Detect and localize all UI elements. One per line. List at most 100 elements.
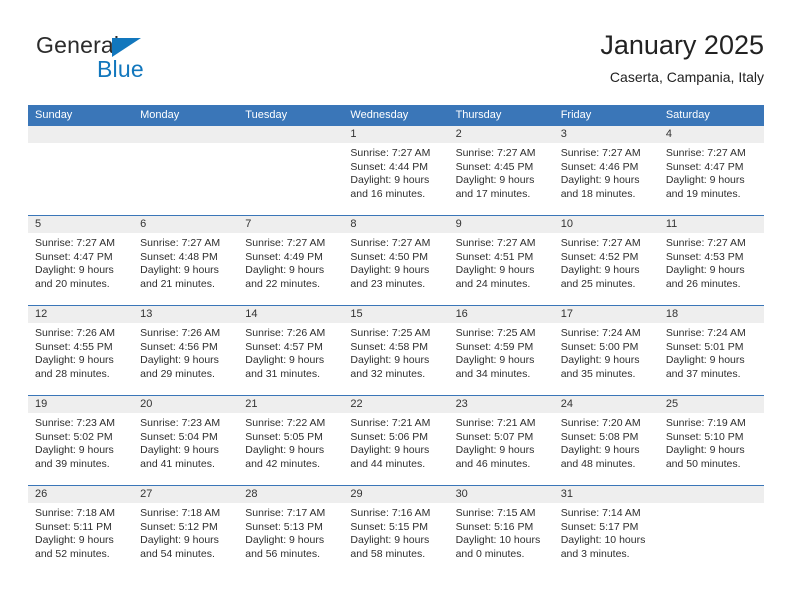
day-number-band: 18 (658, 306, 764, 323)
day-cell[interactable]: 18 Sunrise: 7:24 AM Sunset: 5:01 PM Dayligh… (658, 306, 764, 395)
day-cell[interactable]: 27 Sunrise: 7:18 AM Sunset: 5:12 PM Dayligh… (133, 486, 239, 575)
day-details: Sunrise: 7:23 AM Sunset: 5:02 PM Daylight:… (28, 413, 133, 471)
triangle-flag-icon (112, 38, 141, 57)
day-cell[interactable]: 6 Sunrise: 7:27 AM Sunset: 4:48 PM Daylight… (133, 216, 239, 305)
day-cell[interactable]: 22 Sunrise: 7:21 AM Sunset: 5:06 PM Dayligh… (343, 396, 449, 485)
day-detail-line: Sunset: 4:57 PM (245, 340, 323, 353)
day-cell[interactable]: 16 Sunrise: 7:25 AM Sunset: 4:59 PM Dayligh… (448, 306, 554, 395)
day-detail-line: Daylight: 9 hours (35, 264, 114, 277)
day-details: Sunrise: 7:27 AM Sunset: 4:44 PM Daylight:… (343, 143, 448, 201)
day-number: 20 (140, 398, 153, 410)
day-number: 28 (245, 488, 258, 500)
day-number: 5 (35, 218, 42, 230)
day-number: 4 (665, 128, 672, 140)
day-detail-line: and 26 minutes. (665, 277, 741, 290)
day-number-band: 5 (28, 216, 134, 233)
day-detail-line: Sunset: 5:01 PM (665, 340, 744, 353)
day-number-band: 8 (343, 216, 449, 233)
day-cell[interactable]: 1 Sunrise: 7:27 AM Sunset: 4:44 PM Daylight… (343, 126, 449, 215)
day-detail-line: Sunset: 5:04 PM (140, 430, 218, 443)
calendar-week-row: 26 Sunrise: 7:18 AM Sunset: 5:11 PM Dayligh… (28, 485, 764, 575)
day-details: Sunrise: 7:27 AM Sunset: 4:50 PM Daylight:… (343, 233, 448, 291)
day-cell[interactable]: 13 Sunrise: 7:26 AM Sunset: 4:56 PM Dayligh… (133, 306, 239, 395)
day-number-band: 1 (343, 126, 449, 143)
day-cell[interactable]: 17 Sunrise: 7:24 AM Sunset: 5:00 PM Dayligh… (553, 306, 659, 395)
day-detail-line: and 32 minutes. (350, 367, 426, 380)
day-detail-line: and 48 minutes. (560, 457, 636, 470)
day-detail-line: Sunset: 5:00 PM (560, 340, 639, 353)
day-detail-line: Daylight: 9 hours (35, 534, 114, 547)
day-detail-line: and 35 minutes. (560, 367, 636, 380)
day-detail-line: Sunrise: 7:23 AM (140, 417, 221, 429)
day-number: 11 (665, 218, 678, 230)
day-cell[interactable]: 29 Sunrise: 7:16 AM Sunset: 5:15 PM Dayligh… (343, 486, 449, 575)
day-cell[interactable]: 24 Sunrise: 7:20 AM Sunset: 5:08 PM Dayligh… (553, 396, 659, 485)
week-inner: 26 Sunrise: 7:18 AM Sunset: 5:11 PM Dayligh… (28, 486, 764, 575)
day-cell[interactable]: 21 Sunrise: 7:22 AM Sunset: 5:05 PM Dayligh… (238, 396, 344, 485)
day-cell[interactable]: 28 Sunrise: 7:17 AM Sunset: 5:13 PM Dayligh… (238, 486, 344, 575)
day-detail-line: Sunrise: 7:27 AM (140, 237, 221, 249)
brand-name-general: General (36, 32, 120, 58)
day-details: Sunrise: 7:27 AM Sunset: 4:47 PM Daylight:… (659, 143, 764, 201)
day-cell[interactable]: 19 Sunrise: 7:23 AM Sunset: 5:02 PM Dayligh… (28, 396, 134, 485)
day-cell[interactable]: 8 Sunrise: 7:27 AM Sunset: 4:50 PM Daylight… (343, 216, 449, 305)
day-detail-line: Sunrise: 7:15 AM (455, 507, 536, 519)
day-detail-line: and 28 minutes. (35, 367, 110, 380)
day-cell[interactable]: 3 Sunrise: 7:27 AM Sunset: 4:46 PM Daylight… (553, 126, 659, 215)
day-cell[interactable]: 5 Sunrise: 7:27 AM Sunset: 4:47 PM Daylight… (28, 216, 134, 305)
day-detail-line: Sunrise: 7:20 AM (560, 417, 641, 429)
day-number: 1 (350, 128, 357, 140)
day-cell[interactable]: 7 Sunrise: 7:27 AM Sunset: 4:49 PM Daylight… (238, 216, 344, 305)
day-detail-line: Sunrise: 7:17 AM (245, 507, 326, 519)
day-cell[interactable]: 12 Sunrise: 7:26 AM Sunset: 4:55 PM Dayligh… (28, 306, 134, 395)
weekday-header-wednesday: Wednesday (350, 109, 409, 121)
day-detail-line: Daylight: 9 hours (350, 354, 430, 367)
day-detail-line: Sunset: 4:53 PM (665, 250, 744, 263)
day-detail-line: Daylight: 9 hours (455, 174, 535, 187)
day-detail-line: and 0 minutes. (455, 547, 525, 560)
day-detail-line: Daylight: 9 hours (455, 264, 535, 277)
weekday-header-row: Sunday Monday Tuesday Wednesday Thursday Frid… (28, 105, 764, 126)
day-number: 13 (140, 308, 153, 320)
day-detail-line: and 20 minutes. (35, 277, 110, 290)
day-detail-line: and 3 minutes. (560, 547, 630, 560)
day-cell[interactable]: 25 Sunrise: 7:19 AM Sunset: 5:10 PM Dayligh… (658, 396, 764, 485)
day-detail-line: Sunset: 4:45 PM (455, 160, 534, 173)
day-number-band (133, 126, 239, 143)
day-number-band: 27 (133, 486, 239, 503)
day-detail-line: Daylight: 9 hours (35, 354, 114, 367)
day-detail-line: Daylight: 9 hours (245, 444, 325, 457)
day-number: 21 (245, 398, 258, 410)
day-number: 10 (560, 218, 573, 230)
day-detail-line: Sunset: 5:10 PM (665, 430, 744, 443)
day-cell[interactable]: 30 Sunrise: 7:15 AM Sunset: 5:16 PM Dayligh… (448, 486, 554, 575)
day-cell[interactable]: 26 Sunrise: 7:18 AM Sunset: 5:11 PM Dayligh… (28, 486, 134, 575)
day-number: 27 (140, 488, 153, 500)
weekday-header-friday: Friday (560, 109, 592, 121)
day-cell[interactable]: 10 Sunrise: 7:27 AM Sunset: 4:52 PM Dayligh… (553, 216, 659, 305)
day-cell[interactable]: 11 Sunrise: 7:27 AM Sunset: 4:53 PM Dayligh… (658, 216, 764, 305)
day-cell[interactable]: 9 Sunrise: 7:27 AM Sunset: 4:51 PM Daylight… (448, 216, 554, 305)
day-detail-line: Sunrise: 7:18 AM (140, 507, 221, 519)
brand-name-blue: Blue (97, 56, 144, 82)
day-cell[interactable]: 31 Sunrise: 7:14 AM Sunset: 5:17 PM Dayligh… (553, 486, 659, 575)
day-details: Sunrise: 7:21 AM Sunset: 5:07 PM Daylight:… (449, 413, 554, 471)
weekday-header-monday: Monday (140, 109, 180, 121)
day-detail-line: Sunset: 4:59 PM (455, 340, 534, 353)
day-number: 6 (140, 218, 147, 230)
day-detail-line: Daylight: 9 hours (455, 444, 535, 457)
day-detail-line: Sunset: 4:46 PM (560, 160, 639, 173)
day-cell[interactable]: 14 Sunrise: 7:26 AM Sunset: 4:57 PM Dayligh… (238, 306, 344, 395)
day-detail-line: and 39 minutes. (35, 457, 110, 470)
day-number-band: 2 (448, 126, 554, 143)
day-number: 2 (455, 128, 462, 140)
day-cell[interactable]: 4 Sunrise: 7:27 AM Sunset: 4:47 PM Daylight… (658, 126, 764, 215)
day-cell[interactable]: 15 Sunrise: 7:25 AM Sunset: 4:58 PM Dayligh… (343, 306, 449, 395)
day-number-band: 29 (343, 486, 449, 503)
day-detail-line: Daylight: 9 hours (455, 354, 535, 367)
day-cell[interactable]: 20 Sunrise: 7:23 AM Sunset: 5:04 PM Dayligh… (133, 396, 239, 485)
day-cell[interactable]: 23 Sunrise: 7:21 AM Sunset: 5:07 PM Dayligh… (448, 396, 554, 485)
day-cell[interactable]: 2 Sunrise: 7:27 AM Sunset: 4:45 PM Daylight… (448, 126, 554, 215)
day-details: Sunrise: 7:27 AM Sunset: 4:46 PM Daylight:… (554, 143, 659, 201)
day-detail-line: Sunrise: 7:27 AM (455, 237, 536, 249)
